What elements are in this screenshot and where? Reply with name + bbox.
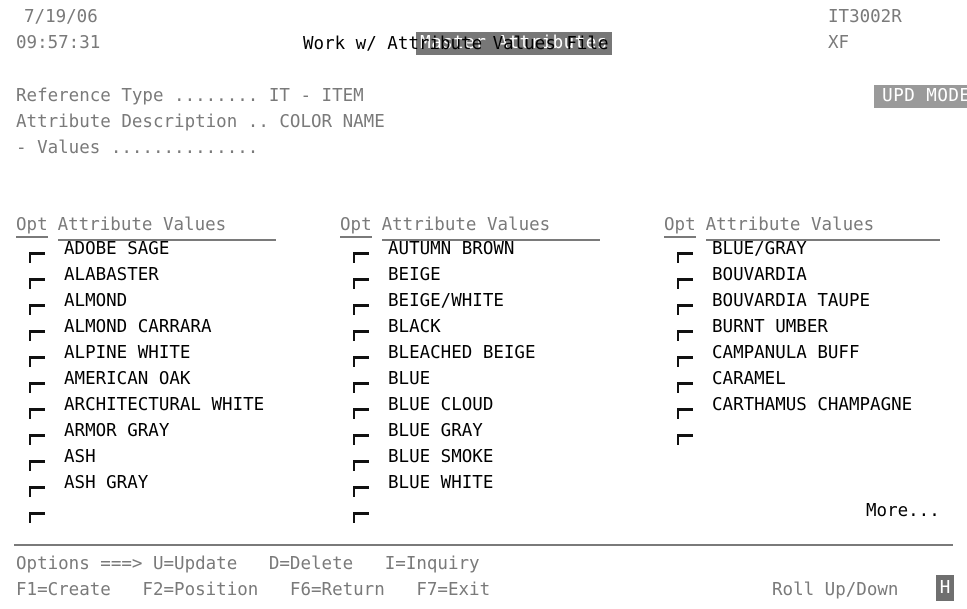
list-item[interactable]: ADOBE SAGE <box>16 236 276 263</box>
attribute-value-label: ARMOR GRAY <box>64 421 170 441</box>
mode-badge-container: UPD MODE <box>832 57 967 135</box>
attribute-value-label: BLUE SMOKE <box>388 447 494 467</box>
system-time: 09:57:31 <box>16 33 101 53</box>
attribute-value-label: BLUE CLOUD <box>388 395 494 415</box>
list-item[interactable]: AMERICAN OAK <box>16 366 276 393</box>
attribute-column-1: Opt Attribute Values ADOBE SAGE ALABASTER… <box>16 212 276 523</box>
more-indicator: More... <box>866 501 940 521</box>
list-item[interactable]: AUTUMN BROWN <box>340 236 600 263</box>
list-item[interactable]: BLUE <box>340 366 600 393</box>
attribute-column-2: Opt Attribute Values AUTUMN BROWN BEIGE B… <box>340 212 600 523</box>
list-item-trailing[interactable] <box>340 496 600 523</box>
list-item[interactable]: BEIGE/WHITE <box>340 288 600 315</box>
opt-column-header: Opt <box>340 215 372 238</box>
opt-column-header: Opt <box>16 215 48 238</box>
attribute-value-label: BLACK <box>388 317 441 337</box>
list-item[interactable]: CARTHAMUS CHAMPAGNE <box>664 392 940 419</box>
attribute-value-label: ALPINE WHITE <box>64 343 191 363</box>
attribute-value-label: CAMPANULA BUFF <box>712 343 860 363</box>
function-keys-line: F1=Create F2=Position F6=Return F7=Exit <box>16 580 491 600</box>
list-item[interactable]: BLUE/GRAY <box>664 236 940 263</box>
list-item[interactable]: ARMOR GRAY <box>16 418 276 445</box>
attribute-description-row: Attribute Description .. COLOR NAME <box>16 112 385 132</box>
terminal-screen: 7/19/06 09:57:31 Master Attributes Work … <box>0 0 967 609</box>
attribute-value-label: ALMOND CARRARA <box>64 317 212 337</box>
attribute-value-label: ARCHITECTURAL WHITE <box>64 395 265 415</box>
attribute-value-label: BLUE <box>388 369 431 389</box>
attribute-value-label: BOUVARDIA <box>712 265 807 285</box>
list-item-trailing[interactable] <box>664 418 940 445</box>
attribute-value-label: BLEACHED BEIGE <box>388 343 536 363</box>
attribute-value-label: ALMOND <box>64 291 128 311</box>
attribute-value-label: ASH <box>64 447 96 467</box>
list-item[interactable]: BURNT UMBER <box>664 314 940 341</box>
opt-input-field[interactable] <box>353 512 369 523</box>
list-item[interactable]: ALMOND <box>16 288 276 315</box>
cursor-indicator: H <box>936 575 954 601</box>
attribute-value-label: CARTHAMUS CHAMPAGNE <box>712 395 913 415</box>
list-item[interactable]: ALABASTER <box>16 262 276 289</box>
list-item[interactable]: ARCHITECTURAL WHITE <box>16 392 276 419</box>
list-item[interactable]: BOUVARDIA TAUPE <box>664 288 940 315</box>
opt-input-field[interactable] <box>677 434 693 445</box>
opt-input-field[interactable] <box>29 512 45 523</box>
attribute-value-label: BEIGE <box>388 265 441 285</box>
list-item[interactable]: BOUVARDIA <box>664 262 940 289</box>
program-id: IT3002R <box>828 7 902 27</box>
reference-info-block: Reference Type ........ IT - ITEM Attrib… <box>16 83 385 161</box>
list-item[interactable]: BLUE GRAY <box>340 418 600 445</box>
list-item[interactable]: BLEACHED BEIGE <box>340 340 600 367</box>
list-item[interactable]: BEIGE <box>340 262 600 289</box>
list-item[interactable]: CARAMEL <box>664 366 940 393</box>
attribute-value-label: AMERICAN OAK <box>64 369 191 389</box>
list-item-trailing[interactable] <box>16 496 276 523</box>
column-header-2: Opt Attribute Values <box>340 212 600 241</box>
list-item[interactable]: BLUE SMOKE <box>340 444 600 471</box>
footer-divider <box>14 544 953 546</box>
list-item[interactable]: ALPINE WHITE <box>16 340 276 367</box>
roll-hint: Roll Up/Down <box>772 580 899 600</box>
status-badge: UPD MODE <box>874 85 967 108</box>
attribute-value-label: ALABASTER <box>64 265 159 285</box>
options-hint-line: Options ===> U=Update D=Delete I=Inquiry <box>16 554 480 574</box>
column-header-1: Opt Attribute Values <box>16 212 276 241</box>
list-item[interactable]: CAMPANULA BUFF <box>664 340 940 367</box>
values-row: - Values .............. <box>16 138 259 158</box>
list-item[interactable]: BLUE WHITE <box>340 470 600 497</box>
system-date: 7/19/06 <box>24 7 98 27</box>
reference-type-row: Reference Type ........ IT - ITEM <box>16 86 364 106</box>
screen-subtitle: Work w/ Attribute Values File <box>303 34 609 54</box>
list-item[interactable]: BLUE CLOUD <box>340 392 600 419</box>
attribute-value-label: AUTUMN BROWN <box>388 239 515 259</box>
list-item[interactable]: ASH <box>16 444 276 471</box>
column-header-3: Opt Attribute Values <box>664 212 940 241</box>
attribute-column-3: Opt Attribute Values BLUE/GRAY BOUVARDIA … <box>664 212 940 445</box>
attribute-value-label: BOUVARDIA TAUPE <box>712 291 871 311</box>
attribute-value-label: BURNT UMBER <box>712 317 828 337</box>
list-item[interactable]: ASH GRAY <box>16 470 276 497</box>
workstation-id: XF <box>828 33 850 53</box>
attribute-value-label: ADOBE SAGE <box>64 239 170 259</box>
attribute-value-label: BLUE WHITE <box>388 473 494 493</box>
attribute-value-label: ASH GRAY <box>64 473 149 493</box>
list-item[interactable]: ALMOND CARRARA <box>16 314 276 341</box>
attribute-value-label: CARAMEL <box>712 369 786 389</box>
list-item[interactable]: BLACK <box>340 314 600 341</box>
opt-column-header: Opt <box>664 215 696 238</box>
attribute-value-label: BLUE/GRAY <box>712 239 807 259</box>
attribute-value-label: BLUE GRAY <box>388 421 483 441</box>
attribute-value-label: BEIGE/WHITE <box>388 291 504 311</box>
